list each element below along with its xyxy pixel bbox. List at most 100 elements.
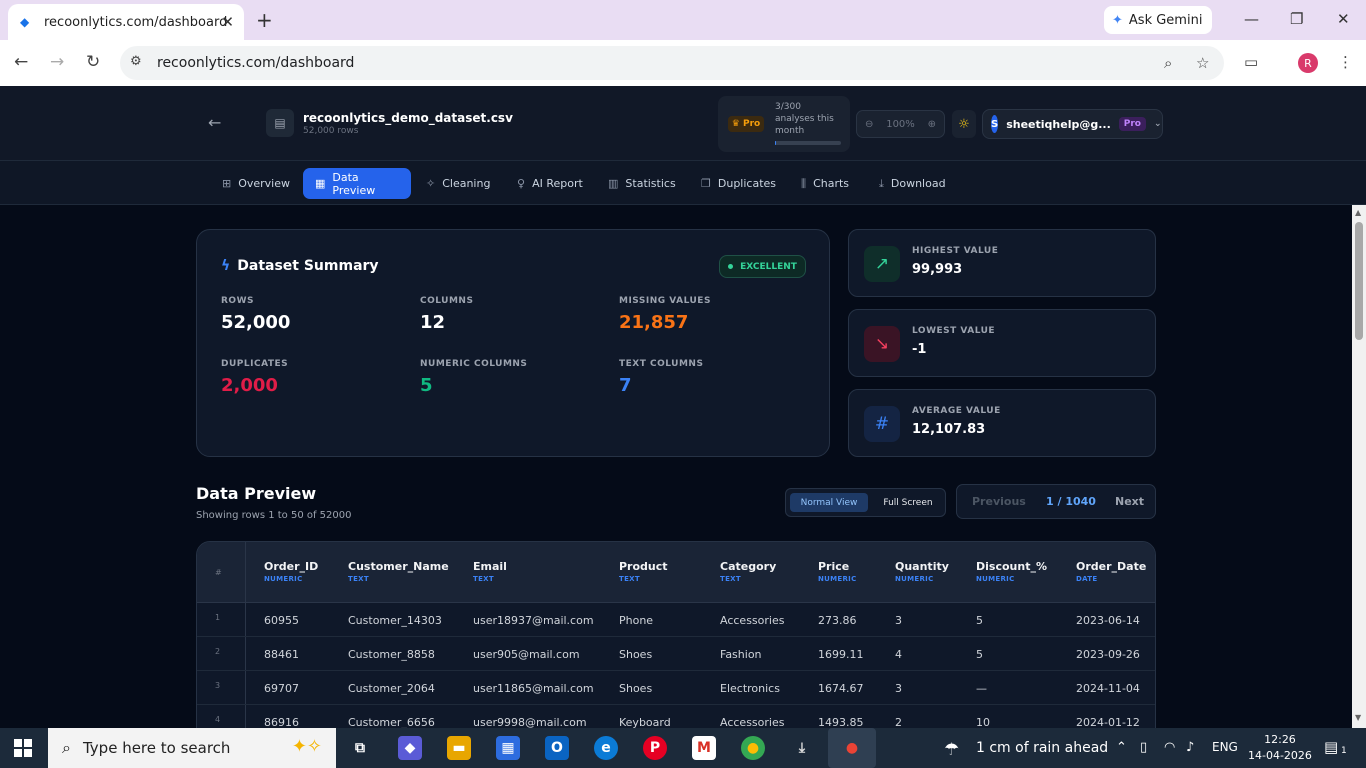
summary-title: ϟ Dataset Summary (221, 258, 379, 274)
outlook-icon[interactable]: O (545, 736, 569, 760)
table-cell: 3 (895, 682, 902, 695)
column-header[interactable]: Product TEXT (619, 560, 668, 583)
user-menu[interactable]: S sheetiqhelp@g... Pro ⌄ (982, 109, 1163, 139)
tab-overview[interactable]: ⊞ Overview (210, 168, 302, 199)
file-row-count: 52,000 rows (303, 126, 359, 136)
profile-avatar[interactable]: R (1298, 53, 1318, 73)
minimize-icon[interactable]: — (1244, 10, 1259, 28)
file-explorer-icon[interactable]: ▬ (447, 736, 471, 760)
bookmark-star-icon[interactable]: ☆ (1196, 54, 1209, 72)
previous-page-button[interactable]: Previous (972, 495, 1026, 508)
column-name: Customer_Name (348, 560, 449, 573)
reload-icon[interactable]: ↻ (86, 52, 100, 72)
restore-icon[interactable]: ❐ (1290, 10, 1303, 28)
scroll-down-icon[interactable]: ▼ (1355, 713, 1361, 722)
weather-text[interactable]: 1 cm of rain ahead (976, 740, 1108, 756)
column-header[interactable]: Quantity NUMERIC (895, 560, 949, 583)
table-row[interactable]: 4 86916 Customer_6656 user9998@mail.com Keyb… (197, 705, 1155, 728)
table-cell: Customer_2064 (348, 682, 435, 695)
table-row[interactable]: 3 69707 Customer_2064 user11865@mail.com Sho… (197, 671, 1155, 705)
language-indicator[interactable]: ENG (1212, 740, 1238, 754)
scroll-up-icon[interactable]: ▲ (1355, 208, 1361, 217)
column-header[interactable]: Email TEXT (473, 560, 507, 583)
kpi-highest-value: ↗ HIGHEST VALUE 99,993 (848, 229, 1156, 297)
tab-search-icon[interactable]: ▭ (1244, 53, 1258, 71)
tab-close-icon[interactable]: ✕ (221, 13, 234, 31)
stat-label: MISSING VALUES (619, 296, 711, 306)
wifi-icon[interactable]: ◠ (1164, 740, 1175, 755)
user-plan-badge: Pro (1118, 117, 1146, 131)
windows-start-icon[interactable] (14, 739, 32, 757)
column-name: Category (720, 560, 777, 573)
tab-statistics[interactable]: ▥ Statistics (596, 168, 688, 199)
forward-arrow-icon[interactable]: → (50, 52, 64, 72)
edge-icon[interactable]: e (594, 736, 618, 760)
back-arrow-icon[interactable]: ← (14, 52, 28, 72)
table-cell: — (976, 682, 987, 695)
menu-dots-icon[interactable]: ⋮ (1338, 53, 1353, 71)
back-icon[interactable]: ← (208, 113, 221, 132)
downloads-icon[interactable]: ⤓ (790, 736, 814, 760)
site-info-icon[interactable]: ⚙ (130, 54, 142, 69)
hash-icon: # (864, 406, 900, 442)
tab-duplicates[interactable]: ❐ Duplicates (689, 168, 788, 199)
ask-gemini-button[interactable]: ✦ Ask Gemini (1104, 6, 1212, 34)
zoom-level: 100% (886, 118, 915, 130)
column-header[interactable]: Discount_% NUMERIC (976, 560, 1047, 583)
window-close-icon[interactable]: ✕ (1337, 10, 1350, 28)
volume-icon[interactable]: ♪ (1186, 740, 1194, 755)
column-header[interactable]: Price NUMERIC (818, 560, 857, 583)
new-tab-icon[interactable]: + (256, 8, 273, 32)
chrome-profile-active-icon[interactable]: ● (828, 728, 876, 768)
table-cell: 88461 (264, 648, 299, 661)
tray-chevron-up-icon[interactable]: ⌃ (1116, 740, 1127, 755)
tab-ai-report[interactable]: ♀ AI Report (505, 168, 595, 199)
analyses-progress (775, 141, 841, 145)
page-scrollbar[interactable]: ▲ ▼ (1352, 205, 1366, 728)
zoom-in-icon[interactable]: ⊕ (928, 119, 936, 130)
device-icon[interactable]: ▯ (1140, 740, 1147, 755)
tab-cleaning[interactable]: ✧ Cleaning (414, 168, 502, 199)
tab-data-preview[interactable]: ▦ Data Preview (303, 168, 411, 199)
gmail-icon[interactable]: M (692, 736, 716, 760)
column-header[interactable]: Order_Date DATE (1076, 560, 1146, 583)
row-number-header: # (215, 568, 222, 577)
table-cell: 5 (976, 614, 983, 627)
column-name: Product (619, 560, 668, 573)
column-name: Discount_% (976, 560, 1047, 573)
tab-download[interactable]: ⤓ Download (867, 168, 958, 199)
chrome-icon[interactable]: ● (741, 736, 765, 760)
copilot-icon[interactable]: ◆ (398, 736, 422, 760)
column-header[interactable]: Category TEXT (720, 560, 776, 583)
normal-view-button[interactable]: Normal View (790, 493, 868, 512)
address-bar[interactable]: ⚙ recoonlytics.com/dashboard ⌕ ☆ (120, 46, 1224, 80)
theme-toggle-sun-icon[interactable]: ☼ (952, 110, 976, 138)
stat-value: 2,000 (221, 375, 278, 396)
full-screen-button[interactable]: Full Screen (874, 493, 942, 512)
table-row[interactable]: 1 60955 Customer_14303 user18937@mail.com Ph… (197, 603, 1155, 637)
search-icon: ⌕ (62, 738, 71, 757)
kpi-value: -1 (912, 342, 927, 357)
tab-label: Download (890, 177, 946, 190)
browser-tab[interactable]: ◆ recoonlytics.com/dashboard ✕ (8, 4, 244, 40)
task-view-icon[interactable]: ⧉ (348, 736, 372, 760)
column-header[interactable]: Order_ID NUMERIC (264, 560, 318, 583)
notifications-icon[interactable]: ▤ (1324, 738, 1338, 756)
taskbar-search[interactable]: ⌕ Type here to search ✦✧ (48, 728, 336, 768)
table-cell: user9998@mail.com (473, 716, 587, 728)
trend-up-icon: ↗ (864, 246, 900, 282)
zoom-out-icon[interactable]: ⊖ (865, 119, 873, 130)
pinterest-icon[interactable]: P (643, 736, 667, 760)
table-row[interactable]: 2 88461 Customer_8858 user905@mail.com Shoes… (197, 637, 1155, 671)
table-cell: Shoes (619, 682, 653, 695)
scrollbar-thumb[interactable] (1355, 222, 1363, 340)
tab-charts[interactable]: ⫼ Charts (789, 168, 861, 199)
clock[interactable]: 12:26 14-04-2026 (1248, 732, 1312, 764)
column-header[interactable]: Customer_Name TEXT (348, 560, 449, 583)
next-page-button[interactable]: Next (1115, 495, 1144, 508)
store-icon[interactable]: ▦ (496, 736, 520, 760)
browser-toolbar: ← → ↻ ⚙ recoonlytics.com/dashboard ⌕ ☆ ▭… (0, 40, 1366, 86)
zoom-icon[interactable]: ⌕ (1164, 54, 1172, 72)
table-cell: 3 (895, 614, 902, 627)
page-indicator: 1 / 1040 (1046, 495, 1096, 508)
